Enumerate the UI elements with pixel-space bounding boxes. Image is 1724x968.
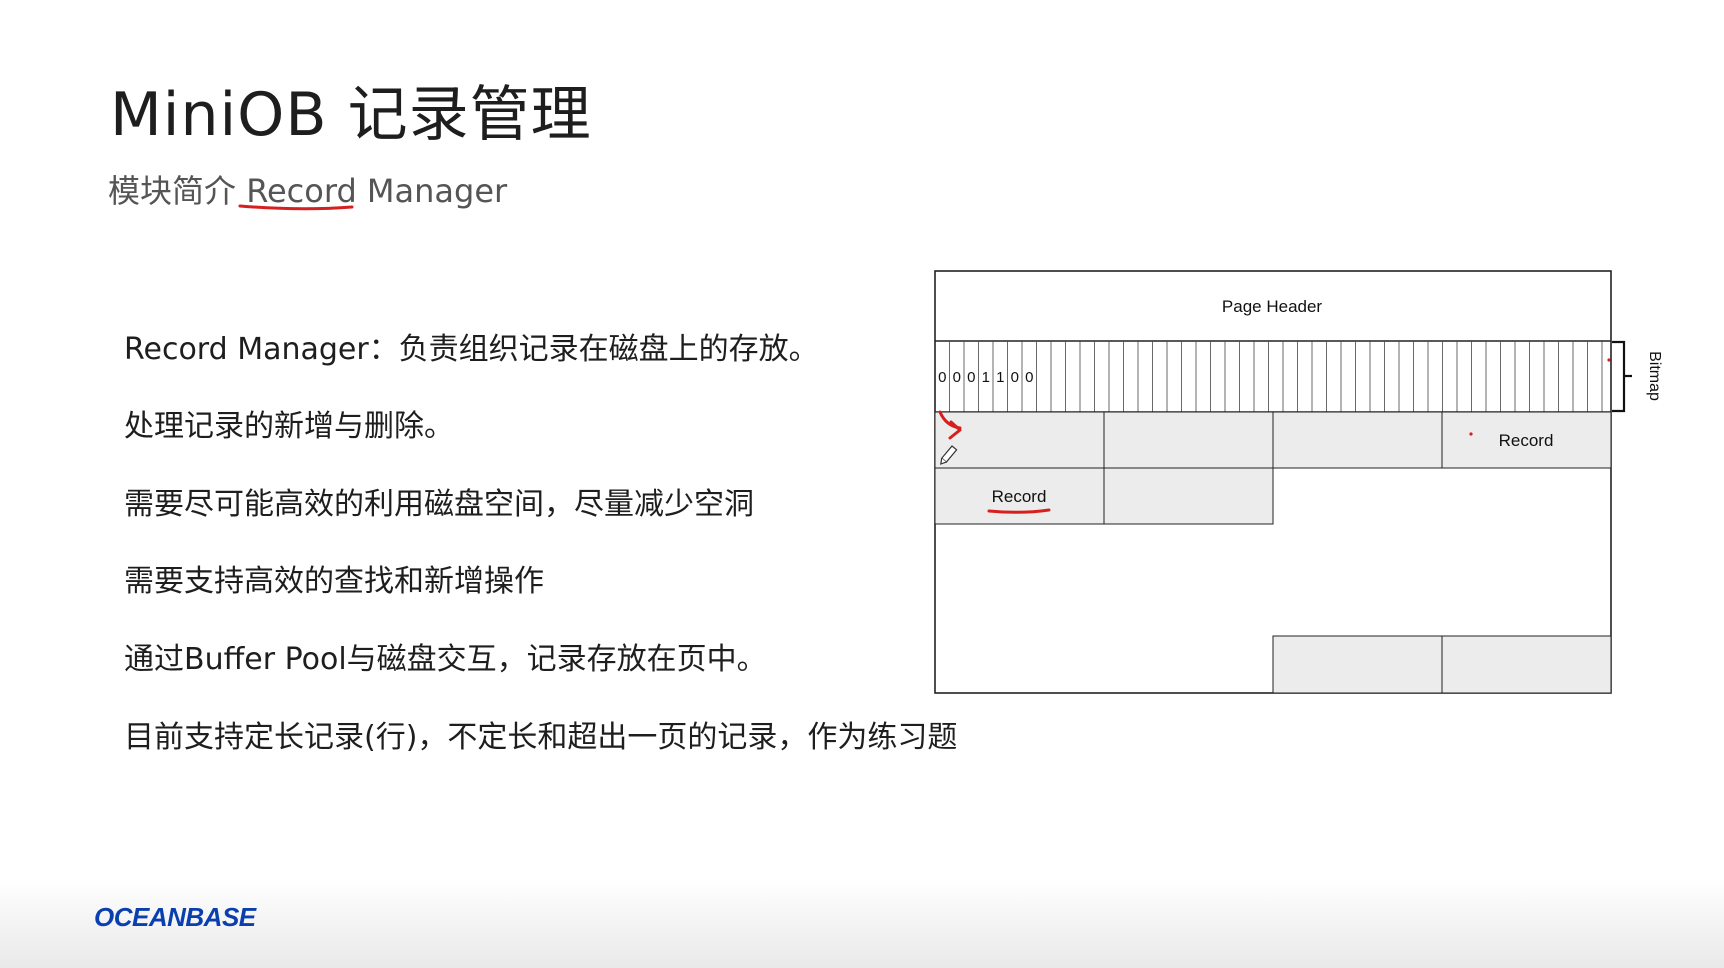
oceanbase-logo: OCEANBASE [94,902,256,932]
record-slot [1272,411,1443,469]
record-slot [1103,411,1274,469]
slide-title: MiniOB 记录管理 [110,80,592,150]
subtitle-prefix: 模块简介 [108,172,247,210]
record-slot [934,411,1105,469]
record-label: Record [1499,431,1554,450]
slide: MiniOB 记录管理 模块简介 Record Manager Record M… [0,0,1724,968]
bullet-item: 通过Buffer Pool与磁盘交互，记录存放在页中。 [124,642,767,677]
bullet-item: 处理记录的新增与删除。 [124,409,454,444]
bitmap-label: Bitmap [1646,351,1663,401]
record-slot [1103,467,1274,525]
annotation-dot [1607,358,1611,362]
footer-bar [0,878,1724,968]
bullet-item: 需要尽可能高效的利用磁盘空间，尽量减少空洞 [124,487,754,522]
bitmap-bit: 1 [996,369,1004,386]
subtitle-suffix: Manager [356,172,508,210]
bitmap-bit: 0 [938,369,946,386]
bitmap-bit: 0 [967,369,975,386]
page-header-label: Page Header [1222,297,1323,316]
record-slot [1272,635,1443,694]
bullet-item: Record Manager：负责组织记录在磁盘上的存放。 [124,332,819,367]
subtitle-term: Record [246,172,357,210]
bitmap-bit: 0 [953,369,961,386]
bitmap-brace [1612,340,1632,413]
slide-subtitle: 模块简介 Record Manager [108,166,507,212]
bullet-item: 需要支持高效的查找和新增操作 [124,564,544,599]
page-layout-diagram: Page Header 0001100 Bitmap Record Record [934,270,1663,694]
page-layout-svg: Page Header 0001100 Bitmap Record Record [934,270,1663,694]
annotation-dot [1469,432,1473,436]
bullet-item: 目前支持定长记录(行)，不定长和超出一页的记录，作为练习题 [124,720,958,755]
record-label: Record [992,487,1047,506]
record-slot [1441,635,1612,694]
bitmap-bit: 0 [1011,369,1019,386]
bitmap-bit: 0 [1025,369,1033,386]
bitmap-bit: 1 [982,369,990,386]
